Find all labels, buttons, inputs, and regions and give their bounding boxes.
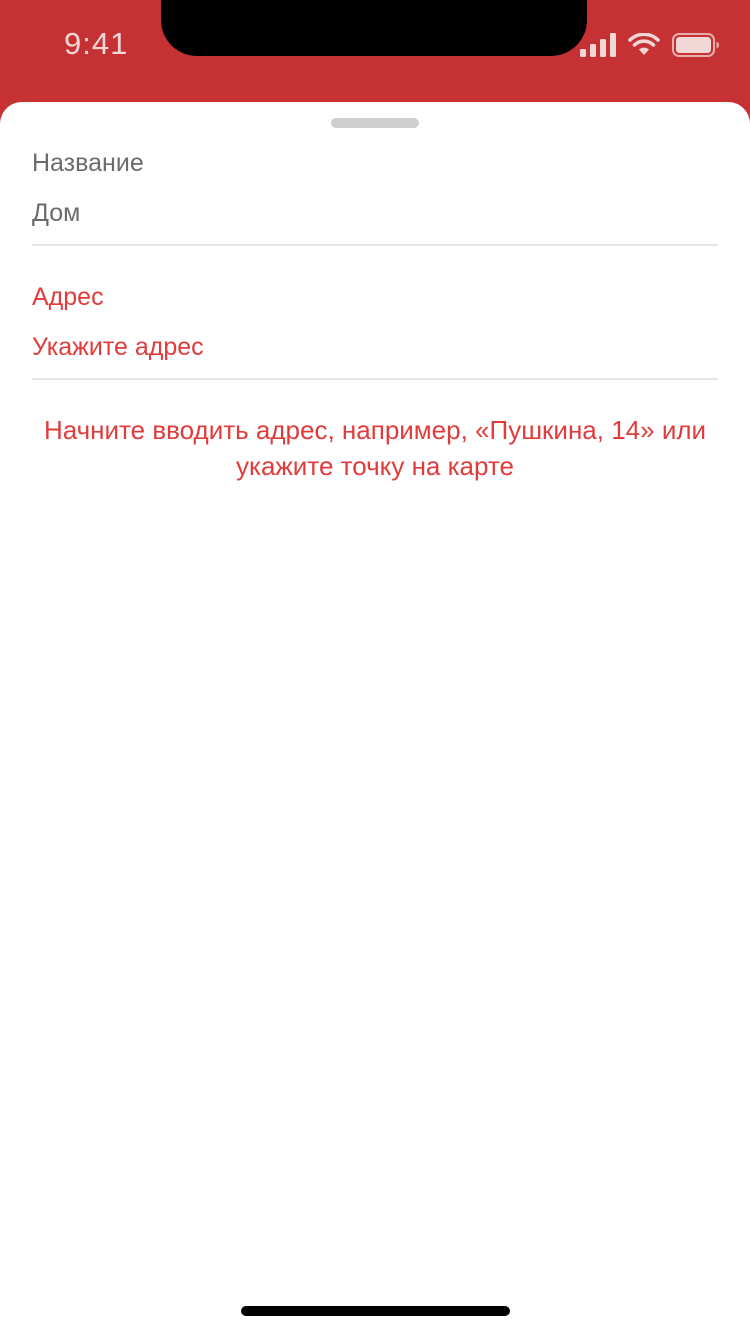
address-field-placeholder[interactable]: Укажите адрес xyxy=(32,332,718,362)
address-hint: Начните вводить адрес, например, «Пушкин… xyxy=(43,415,707,481)
status-bar: 9:41 xyxy=(0,0,750,100)
name-field-divider xyxy=(32,244,718,246)
address-field-divider xyxy=(32,378,718,380)
name-field-label: Название xyxy=(32,149,144,177)
home-indicator xyxy=(241,1306,510,1316)
name-field-value[interactable]: Дом xyxy=(32,198,718,228)
battery-icon xyxy=(672,33,719,57)
name-field[interactable]: Название Дом xyxy=(32,148,718,246)
address-field-label: Адрес xyxy=(32,283,104,311)
bottom-sheet: Название Дом Адрес Укажите адрес Начните… xyxy=(0,102,750,1334)
status-time: 9:41 xyxy=(64,26,129,61)
wifi-icon xyxy=(628,33,660,55)
status-icons xyxy=(580,32,720,58)
notch xyxy=(161,0,587,56)
address-field[interactable]: Адрес Укажите адрес xyxy=(32,282,718,380)
signal-icon xyxy=(580,33,616,57)
sheet-grabber-handle[interactable] xyxy=(331,118,419,128)
